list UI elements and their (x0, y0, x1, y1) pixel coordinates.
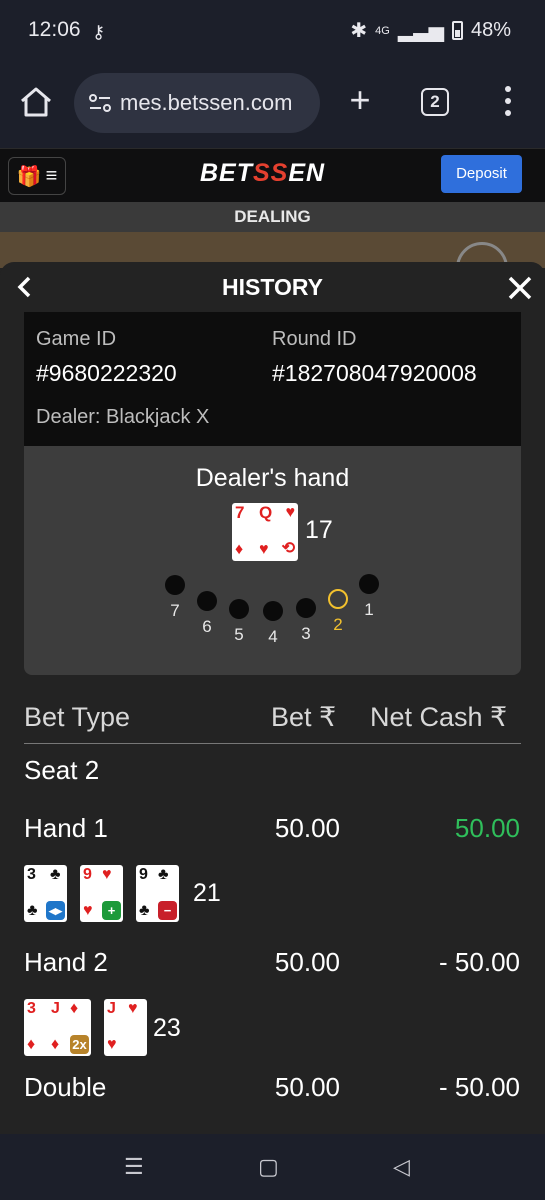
seat-1-dot (359, 574, 379, 594)
row-bet: 50.00 (274, 813, 340, 843)
dealer-card: Q ♥ ♥ ⟲ (256, 503, 298, 561)
history-header: HISTORY (0, 262, 545, 312)
row-type: Hand 2 (24, 947, 108, 977)
player-card: 9 ♣ ♣ − (136, 865, 179, 922)
seat-6-label: 6 (202, 617, 212, 636)
header-divider (24, 743, 521, 744)
seat-5-dot (229, 599, 249, 619)
status-icons: ✱ 4G ▂▃▅ 48% (350, 18, 511, 43)
site-settings-icon[interactable] (88, 93, 112, 113)
col-net-cash: Net Cash ₹ (370, 702, 508, 732)
dealer-total: 17 (305, 516, 333, 544)
double-2x-icon: 2x (70, 1035, 89, 1054)
round-id-value: #182708047920008 (272, 360, 477, 386)
recent-apps-icon[interactable]: ☰ (124, 1154, 144, 1180)
row-type: Hand 1 (24, 813, 108, 843)
row-net: 50.00 (454, 813, 520, 843)
seat-4-label: 4 (268, 627, 278, 646)
system-nav-bar: ☰ ▢ ◁ (0, 1134, 545, 1200)
address-bar[interactable]: mes.betssen.com (74, 73, 320, 133)
seat-2-label: 2 (333, 615, 343, 634)
col-bet-type: Bet Type (24, 702, 131, 732)
site-logo[interactable]: BETSSEN (200, 159, 325, 188)
seat-label: Seat 2 (24, 755, 100, 785)
new-tab-button[interactable]: + (345, 82, 375, 118)
dealer-hand-title: Dealer's hand (195, 464, 350, 492)
url-text: mes.betssen.com (120, 90, 293, 115)
site-header: 🎁 ≡ BETSSEN Deposit (0, 148, 545, 202)
row-bet: 50.00 (274, 1072, 340, 1102)
split-icon: ◂▸ (46, 901, 65, 920)
seat-7-label: 7 (170, 601, 180, 620)
gift-menu-button[interactable]: 🎁 ≡ (8, 157, 66, 195)
seat-5-label: 5 (234, 625, 244, 644)
hamburger-icon: ≡ (45, 164, 58, 187)
seat-3-label: 3 (301, 624, 311, 643)
battery-icon (451, 21, 463, 40)
dealer-name: Dealer: Blackjack X (36, 406, 210, 428)
player-card: J ♦ ♦ 2x (48, 999, 91, 1056)
row-net: - 50.00 (439, 1072, 520, 1102)
vpn-key-icon: ⚷ (92, 22, 106, 42)
col-bet: Bet ₹ (271, 702, 337, 732)
seat-6-dot (197, 591, 217, 611)
seat-4-dot (263, 601, 283, 621)
row-bet: 50.00 (274, 947, 340, 977)
hit-plus-icon: + (102, 901, 121, 920)
stand-minus-icon: − (158, 901, 177, 920)
home-nav-icon[interactable]: ▢ (258, 1154, 279, 1180)
history-panel: HISTORY Game ID #9680222320 Round ID #18… (0, 262, 545, 1134)
home-icon[interactable] (18, 84, 54, 120)
hand-2-total: 23 (153, 1014, 181, 1042)
clock: 12:06 (28, 18, 81, 41)
seat-2-dot-active (328, 589, 348, 609)
player-card: 3 ♣ ♣ ◂▸ (24, 865, 67, 922)
player-card: J ♥ ♥ (104, 999, 147, 1056)
seat-7-dot (165, 575, 185, 595)
row-type: Double (24, 1072, 107, 1102)
hand-1-total: 21 (193, 879, 221, 907)
bluetooth-icon: ✱ (350, 20, 368, 42)
back-nav-icon[interactable]: ◁ (393, 1154, 410, 1180)
row-net: - 50.00 (439, 947, 520, 977)
seat-3-dot (296, 598, 316, 618)
network-label: 4G (375, 24, 390, 37)
close-icon[interactable] (506, 274, 534, 302)
game-id-value: #9680222320 (36, 360, 177, 386)
status-bar: 12:06 ⚷ ✱ 4G ▂▃▅ 48% (0, 0, 545, 60)
browser-toolbar: mes.betssen.com + 2 (0, 60, 545, 148)
battery-percent: 48% (470, 19, 511, 41)
browser-menu-icon[interactable] (498, 86, 518, 118)
game-id-label: Game ID (36, 328, 117, 350)
signal-icon: ▂▃▅ (397, 20, 444, 42)
deposit-button[interactable]: Deposit (441, 155, 522, 193)
round-info: Game ID #9680222320 Round ID #1827080479… (24, 312, 521, 446)
round-id-label: Round ID (272, 328, 357, 350)
gift-icon: 🎁 (16, 165, 42, 188)
dealer-hand-section: Dealer's hand 7 ♦ Q ♥ ♥ ⟲ 17 7 6 5 4 3 2… (24, 446, 521, 675)
tab-switcher-button[interactable]: 2 (421, 88, 449, 116)
dealing-banner: DEALING (0, 202, 545, 232)
seat-1-label: 1 (364, 600, 374, 619)
player-card: 9 ♥ ♥ + (80, 865, 123, 922)
history-title: HISTORY (222, 274, 323, 300)
